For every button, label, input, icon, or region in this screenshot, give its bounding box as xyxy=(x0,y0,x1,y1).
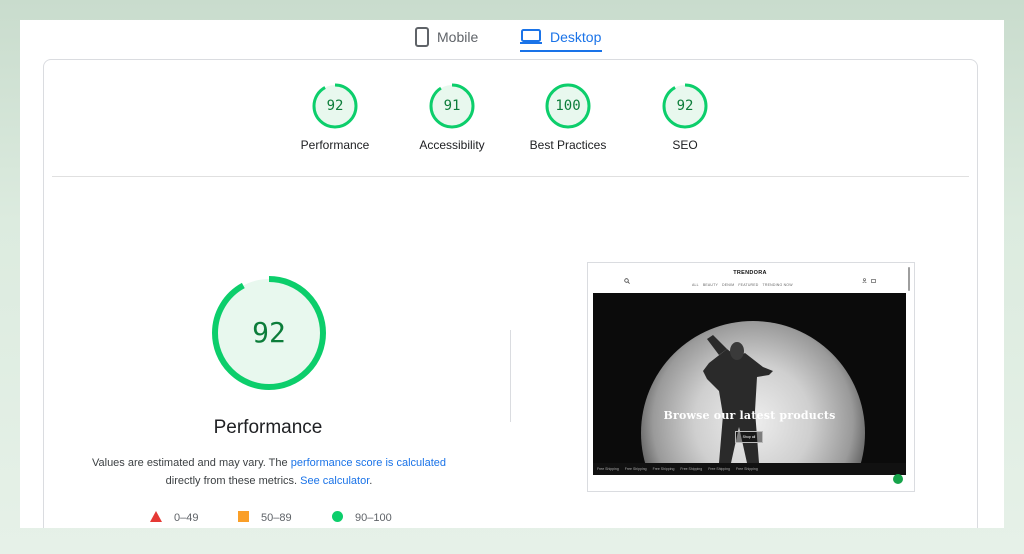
lighthouse-report: Mobile Desktop 92 Performance 91 Accessi… xyxy=(20,20,1004,528)
desc-text: Values are estimated and may vary. The xyxy=(91,457,291,469)
search-icon xyxy=(624,271,630,289)
gauge-label: Accessibility xyxy=(419,138,485,152)
gauge-label: SEO xyxy=(672,138,698,152)
gauge-score: 92 xyxy=(676,98,694,114)
see-calculator-link[interactable]: See calculator xyxy=(300,475,369,487)
strip-item: Free Shipping xyxy=(708,467,730,471)
score-calculation-link[interactable]: performance score is calculated xyxy=(291,457,446,469)
performance-score: 92 xyxy=(252,316,286,349)
site-nav-item: DENIM xyxy=(722,283,735,287)
gauge-seo[interactable]: 92 SEO xyxy=(635,82,735,152)
laptop-icon xyxy=(520,29,542,45)
gauge-ring: 92 xyxy=(661,82,709,130)
site-nav-item: ALL xyxy=(692,283,699,287)
red-triangle-icon xyxy=(150,511,162,525)
site-nav: ALL BEAUTY DENIM FEATURED TRENDING NOW xyxy=(692,283,793,287)
whatsapp-icon xyxy=(893,474,903,484)
report-card: 92 Performance 91 Accessibility 100 Best… xyxy=(43,59,978,528)
legend-item-pass: 90–100 xyxy=(332,511,392,525)
gauge-label: Performance xyxy=(300,138,370,152)
desc-text: directly from these metrics. xyxy=(165,475,301,487)
gauge-best-practices[interactable]: 100 Best Practices xyxy=(518,82,618,152)
cart-icon xyxy=(871,270,876,288)
strip-item: Free Shipping xyxy=(624,467,647,471)
hero-banner: Browse our latest products Shop all Free… xyxy=(593,293,906,475)
section-divider xyxy=(52,176,969,177)
strip-item: Free Shipping xyxy=(652,467,675,471)
legend-range: 90–100 xyxy=(355,512,392,524)
announcement-strip: Free Shipping Free Shipping Free Shippin… xyxy=(593,463,906,475)
site-nav-item: FEATURED xyxy=(738,283,759,287)
tab-mobile[interactable]: Mobile xyxy=(415,20,478,54)
tab-desktop[interactable]: Desktop xyxy=(520,20,601,54)
legend-range: 50–89 xyxy=(261,512,292,524)
account-icon xyxy=(862,270,867,288)
gauge-score: 100 xyxy=(555,98,581,114)
shop-all-button: Shop all xyxy=(735,431,763,443)
gauge-ring: 100 xyxy=(544,82,592,130)
tab-desktop-label: Desktop xyxy=(550,29,602,45)
gauge-accessibility[interactable]: 91 Accessibility xyxy=(402,82,502,152)
phone-icon xyxy=(415,27,429,47)
final-screenshot[interactable]: TRENDORA ALL BEAUTY DENIM FEATURED TREND… xyxy=(587,262,915,492)
header-icons xyxy=(862,270,876,288)
desc-text: . xyxy=(369,475,373,487)
strip-item: Free Shipping xyxy=(597,467,619,471)
orange-square-icon xyxy=(238,511,249,525)
gauge-score: 92 xyxy=(326,98,344,114)
site-nav-item: TRENDING NOW xyxy=(762,283,793,287)
gauge-label: Best Practices xyxy=(529,138,607,152)
strip-item: Free Shipping xyxy=(735,467,758,471)
active-tab-indicator xyxy=(520,50,602,52)
gauge-ring: 91 xyxy=(428,82,476,130)
device-tabs: Mobile Desktop xyxy=(20,20,1004,56)
legend-item-average: 50–89 xyxy=(238,511,292,525)
site-header: TRENDORA ALL BEAUTY DENIM FEATURED TREND… xyxy=(588,263,914,293)
legend-range: 0–49 xyxy=(174,512,199,524)
tab-mobile-label: Mobile xyxy=(437,29,479,45)
site-nav-item: BEAUTY xyxy=(702,283,719,287)
strip-item: Free Shipping xyxy=(680,467,703,471)
model-figure xyxy=(703,335,773,463)
vertical-divider xyxy=(510,330,511,422)
performance-title: Performance xyxy=(213,417,323,438)
performance-gauge: 92 xyxy=(210,274,328,392)
category-gauges: 92 Performance 91 Accessibility 100 Best… xyxy=(44,82,977,172)
performance-description: Values are estimated and may vary. The p… xyxy=(74,454,464,490)
legend-item-fail: 0–49 xyxy=(150,511,198,525)
thumbnail-scrollbar xyxy=(908,267,910,291)
site-brand: TRENDORA xyxy=(733,270,767,276)
gauge-performance[interactable]: 92 Performance xyxy=(285,82,385,152)
gauge-ring: 92 xyxy=(311,82,359,130)
gauge-score: 91 xyxy=(443,98,461,114)
green-circle-icon xyxy=(332,511,343,525)
hero-headline: Browse our latest products xyxy=(663,409,836,422)
